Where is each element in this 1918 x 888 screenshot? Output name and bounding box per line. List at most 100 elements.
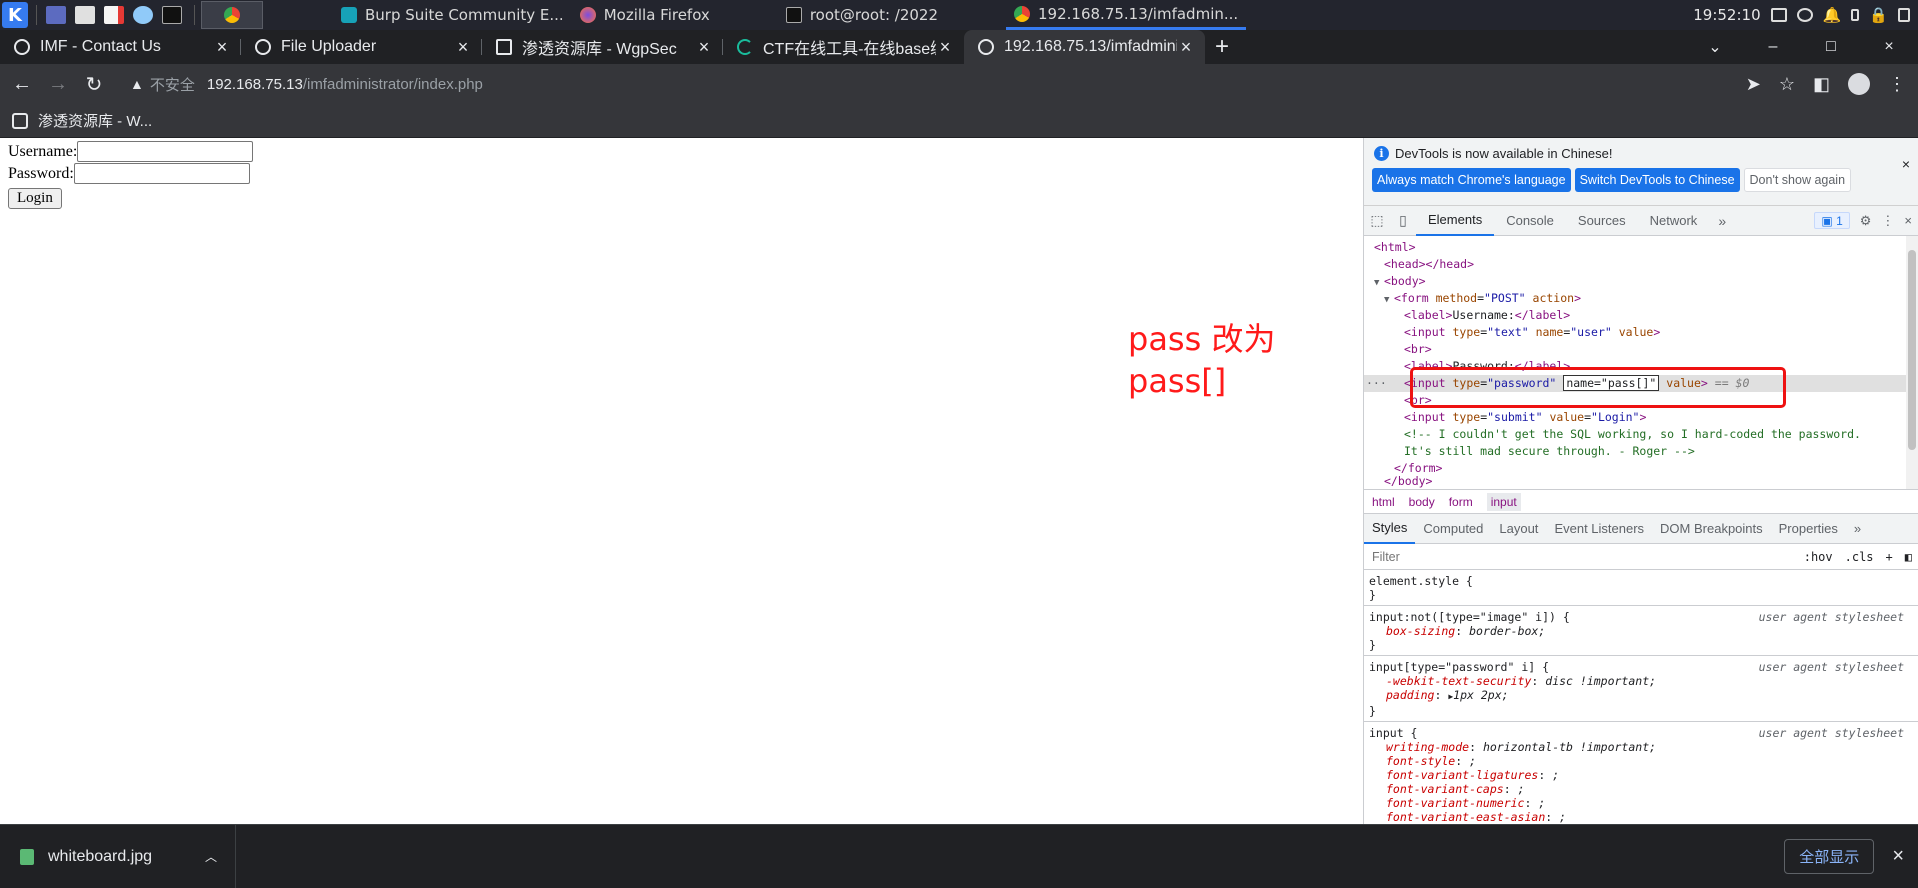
crumb-input[interactable]: input [1486,492,1521,511]
taskbar-window-burp[interactable]: Burp Suite Community E... [333,0,572,30]
more-tabs-chevron-icon[interactable]: » [1709,213,1735,229]
dom-node-input-submit[interactable]: <input type="submit" value="Login"> [1364,409,1918,426]
login-button[interactable]: Login [8,188,62,209]
tab-properties[interactable]: Properties [1771,514,1846,544]
dom-node-head[interactable]: <head></head> [1364,256,1918,273]
switch-chinese-button[interactable]: Switch DevTools to Chinese [1574,168,1740,192]
dom-node-label-password[interactable]: <label>Password:</label> [1364,358,1918,375]
tab-dom-breakpoints[interactable]: DOM Breakpoints [1652,514,1771,544]
device-toggle-icon[interactable]: ▯ [1390,212,1416,229]
reload-icon[interactable]: ↻ [76,72,112,97]
dont-show-again-button[interactable]: Don't show again [1743,168,1852,192]
css-property[interactable]: font-style: ; [1369,754,1912,768]
attribute-edit-field[interactable]: name="pass[]" [1563,375,1660,391]
close-downloads-icon[interactable]: × [1892,845,1904,868]
tab-network[interactable]: Network [1638,206,1710,236]
dom-node-br[interactable]: <br> [1364,341,1918,358]
dom-tree[interactable]: <html> <head></head> ▼ <body> ▼ <form meth… [1364,236,1918,490]
rule-element-style[interactable]: element.style { } [1364,570,1918,606]
dom-node-comment[interactable]: <!-- I couldn't get the SQL working, so … [1364,426,1918,443]
kebab-menu-icon[interactable]: ⋮ [1881,213,1894,229]
banner-close-icon[interactable]: × [1902,156,1910,172]
tab-close-icon[interactable]: × [454,37,472,58]
audio-icon[interactable] [1796,8,1813,22]
css-property[interactable]: font-variant-east-asian: ; [1369,810,1912,824]
crumb-form[interactable]: form [1449,495,1473,509]
username-input[interactable] [77,141,254,162]
tab-wgpsec[interactable]: 渗透资源库 - WgpSec × [482,30,723,64]
hov-toggle[interactable]: :hov [1798,550,1839,564]
taskbar-window-terminal[interactable]: root@root: /2022 [778,0,946,30]
notification-bell-icon[interactable]: 🔔 [1823,6,1842,24]
tab-close-icon[interactable]: × [213,37,231,58]
dom-node-comment-cont[interactable]: It's still mad secure through. - Roger -… [1364,443,1918,460]
toggle-sidebar-icon[interactable]: ◧ [1899,550,1918,564]
files-launcher[interactable] [72,2,98,28]
tab-styles[interactable]: Styles [1364,514,1416,544]
lock-icon[interactable]: 🔒 [1869,6,1888,24]
more-subtabs-chevron-icon[interactable]: » [1846,514,1869,544]
insecure-label[interactable]: 不安全 [150,74,195,95]
battery-icon[interactable] [1851,9,1860,21]
gear-icon[interactable]: ⚙ [1860,213,1872,229]
maximize-button[interactable]: □ [1802,38,1860,56]
css-property[interactable]: box-sizing: border-box; [1369,624,1912,638]
crumb-html[interactable]: html [1372,495,1395,509]
warning-triangle-icon[interactable]: ▲ [130,76,144,92]
css-property[interactable]: writing-mode: horizontal-tb !important; [1369,740,1912,754]
taskbar-window-chrome[interactable] [201,1,263,29]
address-bar[interactable]: ▲ 不安全 192.168.75.13/imfadministrator/ind… [120,68,1746,100]
inspect-element-icon[interactable]: ⬚ [1364,212,1390,229]
tab-computed[interactable]: Computed [1415,514,1491,544]
dom-node-br[interactable]: <br> [1364,392,1918,409]
rule-input[interactable]: input { user agent stylesheet writing-mo… [1364,722,1918,824]
rule-input-password[interactable]: input[type="password" i] { user agent st… [1364,656,1918,722]
chevron-up-icon[interactable]: ︿ [205,848,217,865]
profile-avatar[interactable] [1848,73,1870,95]
desktop-launcher[interactable] [43,2,69,28]
tab-console[interactable]: Console [1494,206,1566,236]
editor-launcher[interactable] [101,2,127,28]
close-window-button[interactable]: × [1860,38,1918,56]
new-tab-button[interactable]: + [1205,30,1239,64]
kali-menu-button[interactable]: K [0,0,30,30]
tab-sources[interactable]: Sources [1566,206,1638,236]
bookmark-star-icon[interactable]: ☆ [1779,74,1795,95]
taskbar-window-chrome-active[interactable]: 192.168.75.13/imfadmin... [1006,0,1247,30]
cls-toggle[interactable]: .cls [1839,550,1880,564]
tab-search-chevron-down-icon[interactable]: ⌄ [1686,37,1744,57]
power-icon[interactable] [1898,8,1910,22]
dom-node-body-close[interactable]: </body> [1364,473,1918,489]
display-icon[interactable] [1770,8,1787,22]
terminal-launcher[interactable] [159,2,185,28]
dom-node-label-username[interactable]: <label>Username:</label> [1364,307,1918,324]
add-rule-icon[interactable]: + [1880,550,1899,564]
tab-imf-contact[interactable]: IMF - Contact Us × [0,30,241,64]
css-property[interactable]: padding: ▶1px 2px; [1369,688,1912,704]
tab-file-uploader[interactable]: File Uploader × [241,30,482,64]
bookmark-wgpsec[interactable]: 渗透资源库 - W... [38,110,152,131]
dom-node-html[interactable]: <html> [1364,239,1918,256]
browser-launcher[interactable] [130,2,156,28]
ellipsis-icon[interactable]: ··· [1366,375,1387,392]
dom-node-body[interactable]: ▼ <body> [1364,273,1918,290]
css-property[interactable]: font-variant-caps: ; [1369,782,1912,796]
tab-close-icon[interactable]: × [1177,37,1195,58]
show-all-button[interactable]: 全部显示 [1784,839,1875,874]
crumb-body[interactable]: body [1409,495,1435,509]
send-tab-icon[interactable]: ➤ [1746,74,1761,95]
minimize-button[interactable]: – [1744,38,1802,56]
match-language-button[interactable]: Always match Chrome's language [1372,168,1571,192]
scroll-thumb[interactable] [1908,250,1916,450]
download-item[interactable]: whiteboard.jpg ︿ [0,824,236,888]
css-property[interactable]: -webkit-text-security: disc !important; [1369,674,1912,688]
rule-input-not-image[interactable]: input:not([type="image" i]) { user agent… [1364,606,1918,656]
css-property[interactable]: font-variant-ligatures: ; [1369,768,1912,782]
tab-close-icon[interactable]: × [695,37,713,58]
close-devtools-icon[interactable]: × [1904,213,1912,228]
issues-badge[interactable]: ▣ 1 [1814,212,1850,229]
tab-close-icon[interactable]: × [936,37,954,58]
dom-node-form[interactable]: ▼ <form method="POST" action> [1364,290,1918,307]
tab-elements[interactable]: Elements [1416,206,1495,236]
tab-imfadministrator[interactable]: 192.168.75.13/imfadminis × [964,30,1205,64]
